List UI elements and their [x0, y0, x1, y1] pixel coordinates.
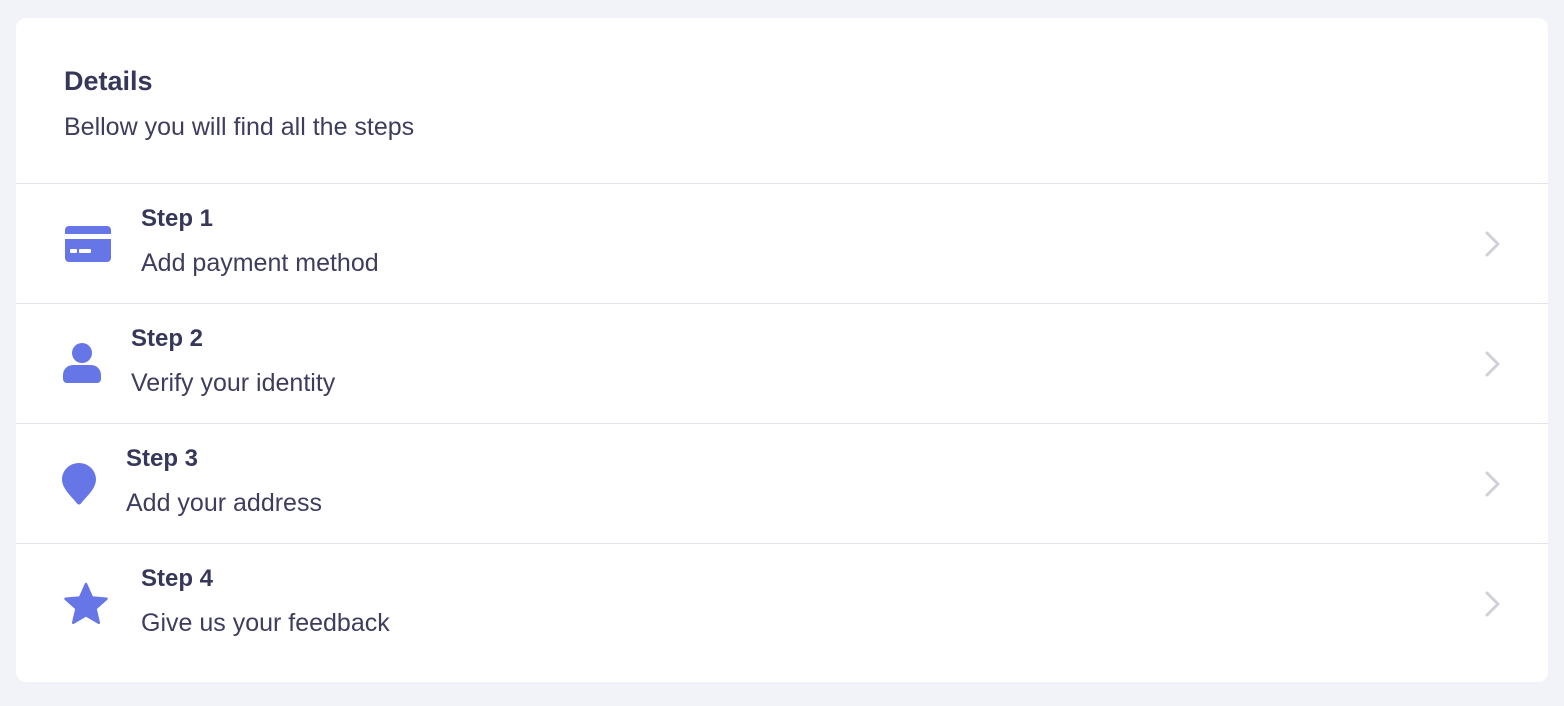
step-item-4[interactable]: Step 4 Give us your feedback [16, 544, 1548, 664]
chevron-right-icon [1485, 351, 1500, 377]
step-title: Step 3 [126, 445, 199, 472]
chevron-right-icon [1485, 471, 1500, 497]
chevron-right-icon [1485, 231, 1500, 257]
step-text: Step 4 Give us your feedback [141, 564, 390, 638]
step-title: Step 4 [141, 565, 214, 592]
step-item-1[interactable]: Step 1 Add payment method [16, 184, 1548, 304]
card-header: Details Bellow you will find all the ste… [16, 18, 1548, 184]
step-list: Step 1 Add payment method Step 2 Verify … [16, 184, 1548, 664]
step-item-2[interactable]: Step 2 Verify your identity [16, 304, 1548, 424]
step-description: Add payment method [141, 249, 379, 277]
step-title: Step 1 [141, 205, 214, 232]
step-text: Step 2 Verify your identity [131, 324, 335, 398]
step-description: Give us your feedback [141, 609, 390, 637]
map-pin-icon [55, 460, 103, 508]
step-text: Step 3 Add your address [126, 444, 322, 518]
step-title: Step 2 [131, 325, 204, 352]
star-icon [62, 580, 110, 628]
details-card: Details Bellow you will find all the ste… [16, 18, 1548, 682]
step-item-3[interactable]: Step 3 Add your address [16, 424, 1548, 544]
user-icon [58, 340, 106, 388]
card-subtitle: Bellow you will find all the steps [64, 113, 415, 141]
card-title: Details [64, 66, 153, 96]
step-description: Add your address [126, 489, 322, 517]
step-description: Verify your identity [131, 369, 336, 397]
step-text: Step 1 Add payment method [141, 204, 379, 278]
chevron-right-icon [1485, 591, 1500, 617]
credit-card-icon [64, 220, 112, 268]
